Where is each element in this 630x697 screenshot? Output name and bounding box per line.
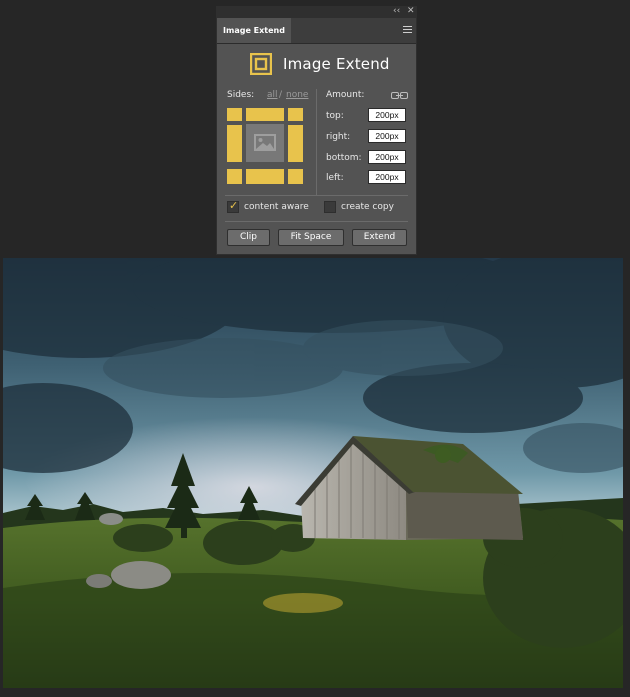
image-extend-panel: ‹‹ ✕ Image Extend Image Extend Sides: al… <box>216 6 417 255</box>
tab-image-extend[interactable]: Image Extend <box>217 18 291 43</box>
buttons-divider <box>225 221 408 222</box>
right-amount-input[interactable] <box>368 129 406 143</box>
left-label: left: <box>326 173 344 183</box>
content-aware-label[interactable]: content aware <box>244 202 309 212</box>
right-label: right: <box>326 132 351 142</box>
sides-all-link[interactable]: all <box>267 90 278 100</box>
side-right[interactable] <box>288 125 303 162</box>
top-amount-input[interactable] <box>368 108 406 122</box>
create-copy-label[interactable]: create copy <box>341 202 394 212</box>
sides-separator: / <box>279 90 283 100</box>
panel-title: Image Extend <box>283 55 390 73</box>
side-top-left-corner[interactable] <box>227 108 242 121</box>
section-divider <box>316 89 317 195</box>
amount-label: Amount: <box>326 90 365 100</box>
canvas-image[interactable] <box>3 258 623 688</box>
sides-none-link[interactable]: none <box>286 90 308 100</box>
clip-button[interactable]: Clip <box>227 229 270 246</box>
side-top-right-corner[interactable] <box>288 108 303 121</box>
create-copy-checkbox[interactable] <box>324 201 336 213</box>
image-extend-logo-icon <box>250 53 272 75</box>
content-aware-checkbox[interactable]: ✓ <box>227 199 239 213</box>
checkmark-icon: ✓ <box>229 199 239 212</box>
extend-button[interactable]: Extend <box>352 229 407 246</box>
side-top[interactable] <box>246 108 284 121</box>
image-icon <box>254 134 276 151</box>
side-bottom-left-corner[interactable] <box>227 169 242 184</box>
landscape-photo <box>3 258 623 688</box>
side-bottom-right-corner[interactable] <box>288 169 303 184</box>
side-left[interactable] <box>227 125 242 162</box>
panel-menu-icon[interactable] <box>403 24 412 35</box>
sides-label: Sides: <box>227 90 255 100</box>
left-amount-input[interactable] <box>368 170 406 184</box>
panel-tab-bar: Image Extend <box>217 18 416 44</box>
link-values-icon[interactable] <box>391 92 408 99</box>
bottom-amount-input[interactable] <box>368 150 406 164</box>
image-center-preview <box>246 124 284 162</box>
collapse-panel-icon[interactable]: ‹‹ <box>393 6 400 17</box>
options-divider <box>225 195 408 196</box>
bottom-label: bottom: <box>326 153 362 163</box>
close-panel-icon[interactable]: ✕ <box>407 6 415 17</box>
top-label: top: <box>326 111 344 121</box>
panel-header: Image Extend <box>217 52 416 76</box>
side-bottom[interactable] <box>246 169 284 184</box>
panel-title-bar: ‹‹ ✕ <box>217 6 416 18</box>
fit-space-button[interactable]: Fit Space <box>278 229 344 246</box>
